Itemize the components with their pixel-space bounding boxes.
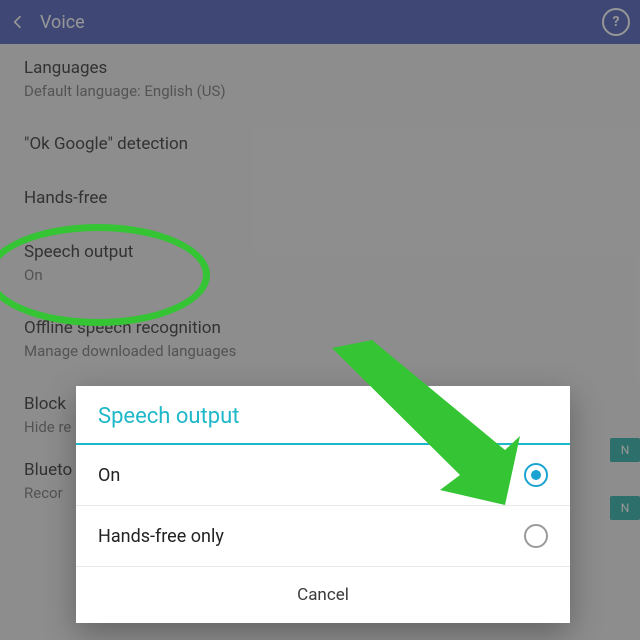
- radio-icon[interactable]: [524, 524, 548, 548]
- option-label: Hands-free only: [98, 526, 224, 547]
- option-label: On: [98, 465, 120, 486]
- radio-icon[interactable]: [524, 463, 548, 487]
- annotation-arrow-icon: [310, 340, 520, 510]
- cancel-button[interactable]: Cancel: [76, 567, 570, 623]
- dialog-option-hands-free-only[interactable]: Hands-free only: [76, 506, 570, 567]
